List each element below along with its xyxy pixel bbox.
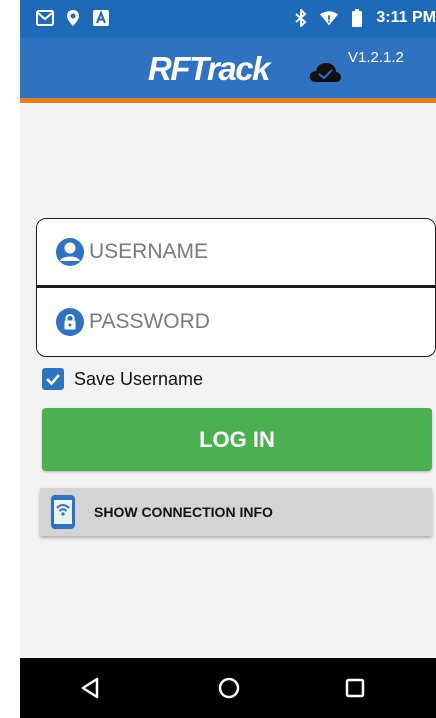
save-username-label: Save Username	[74, 368, 204, 389]
field-divider	[37, 285, 435, 288]
cloud-check-icon	[308, 60, 342, 84]
android-nav-bar	[20, 658, 436, 718]
home-circle-icon[interactable]	[214, 673, 244, 703]
status-bar: 3:11 PM	[20, 0, 436, 38]
password-input[interactable]	[89, 310, 389, 334]
save-username-option[interactable]: Save Username	[42, 368, 203, 390]
app-version: V1.2.1.2	[348, 49, 404, 66]
gmail-icon	[36, 9, 54, 27]
app-logo-text: RFTrack	[148, 50, 270, 87]
login-form	[36, 218, 436, 357]
app-header: RFTrack V1.2.1.2	[20, 38, 436, 103]
recent-apps-square-icon[interactable]	[340, 673, 370, 703]
connection-info-label: SHOW CONNECTION INFO	[94, 504, 273, 520]
username-input[interactable]	[89, 240, 389, 264]
battery-icon	[348, 9, 366, 27]
back-triangle-icon[interactable]	[75, 673, 105, 703]
password-field[interactable]	[37, 289, 435, 355]
username-field[interactable]	[37, 219, 435, 285]
login-button[interactable]: LOG IN	[42, 408, 432, 471]
bluetooth-icon	[292, 9, 310, 27]
phone-screen: 3:11 PM RFTrack V1.2.1.2 Save User	[20, 0, 436, 718]
lock-icon	[55, 307, 85, 337]
location-pin-icon	[64, 9, 82, 27]
status-time: 3:11 PM	[376, 9, 436, 26]
show-connection-info-button[interactable]: SHOW CONNECTION INFO	[40, 488, 432, 536]
wifi-icon	[320, 9, 339, 27]
phone-wifi-icon	[50, 494, 76, 530]
user-avatar-icon	[55, 237, 85, 267]
app-a-icon	[92, 9, 110, 27]
save-username-checkbox[interactable]	[42, 368, 64, 390]
